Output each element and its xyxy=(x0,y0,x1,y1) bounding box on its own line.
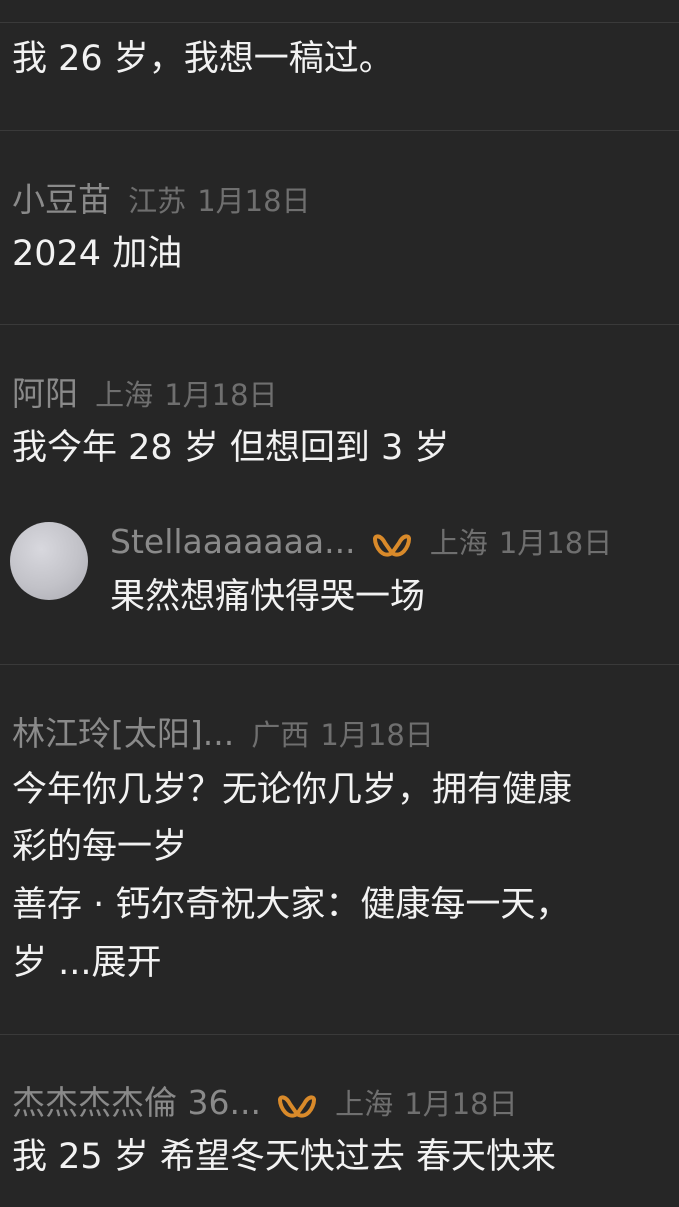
comment-text-truncated: 岁 ... xyxy=(12,943,92,983)
comment-text-line: 善存 · 钙尔奇祝大家：健康每一天， xyxy=(12,885,571,925)
comment-header: 杰杰杰杰倫 36... 上海 1月18日 xyxy=(12,1083,518,1126)
reply-location: 上海 xyxy=(429,526,488,560)
comment-author[interactable]: 小豆苗 xyxy=(12,180,111,219)
expand-link[interactable]: 展开 xyxy=(92,943,162,983)
comment-header: 小豆苗 江苏 1月18日 xyxy=(12,180,311,220)
comment-text: 我今年 28 岁 但想回到 3 岁 xyxy=(12,428,450,468)
reply-header: Stellaaaaaaa... 上海 1月18日 xyxy=(110,522,612,565)
comment-date: 1月18日 xyxy=(404,1087,518,1121)
avatar[interactable] xyxy=(10,522,88,600)
comment-location: 上海 xyxy=(335,1087,394,1121)
reply-text: 果然想痛快得哭一场 xyxy=(110,577,426,617)
comment-text: 2024 加油 xyxy=(12,234,183,274)
comment-location: 江苏 xyxy=(128,184,187,218)
comment-date: 1月18日 xyxy=(164,378,278,412)
comment-location: 广西 xyxy=(251,718,310,752)
comment-text-line: 彩的每一岁 xyxy=(12,827,188,867)
reply-date: 1月18日 xyxy=(498,526,613,560)
divider xyxy=(0,324,679,325)
comment-author[interactable]: 林江玲[太阳]... xyxy=(12,714,234,753)
comment-date: 1月18日 xyxy=(197,184,311,218)
divider xyxy=(0,130,679,131)
comment-author[interactable]: 杰杰杰杰倫 36... xyxy=(12,1083,261,1122)
knot-badge-icon xyxy=(278,1094,317,1117)
reply-author[interactable]: Stellaaaaaaa... xyxy=(110,522,356,561)
comment-text: 我 25 岁 希望冬天快过去 春天快来 xyxy=(12,1137,557,1177)
divider xyxy=(0,1034,679,1035)
comment-header: 阿阳 上海 1月18日 xyxy=(12,374,278,414)
comment-header: 林江玲[太阳]... 广西 1月18日 xyxy=(12,714,434,754)
comment-date: 1月18日 xyxy=(320,718,434,752)
comment-location: 上海 xyxy=(95,378,154,412)
comment-text-line: 今年你几岁？无论你几岁，拥有健康 xyxy=(12,770,573,810)
comment-text-line: 岁 ...展开 xyxy=(12,942,162,984)
divider xyxy=(0,664,679,665)
knot-badge-icon xyxy=(372,533,411,556)
comment-author[interactable]: 阿阳 xyxy=(12,374,78,413)
comment-text: 我 26 岁，我想一稿过。 xyxy=(12,39,394,79)
divider xyxy=(0,22,679,23)
